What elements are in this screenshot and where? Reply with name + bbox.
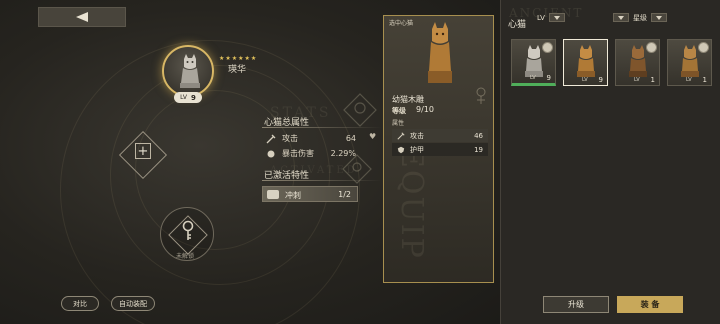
detail-prop-row: 攻击 46 — [392, 129, 488, 142]
sort-star-dropdown[interactable]: 星级 — [613, 12, 667, 23]
plus-icon: + — [135, 143, 151, 159]
avatar-badge-icon — [698, 42, 709, 53]
prop-label: 攻击 — [410, 131, 424, 140]
cat-level-pill: LV 9 — [174, 92, 202, 103]
back-button[interactable] — [38, 7, 126, 27]
chevron-down-icon — [548, 13, 565, 22]
sort-star-label: 星级 — [633, 13, 647, 22]
panel-title: 心猫 — [508, 20, 527, 30]
card-level: 1 — [702, 76, 707, 84]
prop-label: 护甲 — [410, 145, 424, 154]
divider — [262, 127, 382, 128]
cat-card[interactable]: LV 9 — [563, 39, 608, 86]
upgrade-button[interactable]: 升级 — [543, 296, 609, 313]
card-level: 1 — [650, 76, 655, 84]
avatar-badge-icon — [542, 42, 553, 53]
attribute-label: 暴击伤害 — [282, 149, 314, 158]
detail-prop-row: 护甲 19 — [392, 143, 488, 156]
attribute-row: 暴击伤害 2.29% — [266, 148, 356, 159]
card-lv-label: LV — [530, 75, 536, 81]
sword-icon — [397, 131, 405, 140]
compare-button[interactable]: 对比 — [61, 296, 99, 311]
cat-stars: ★★★★★★ — [219, 55, 258, 62]
chevron-down-icon — [651, 13, 667, 22]
chevron-down-icon — [613, 13, 629, 22]
shield-icon — [397, 146, 405, 153]
trait-label: 冲刺 — [285, 191, 301, 200]
attribute-row: 攻击 64 — [266, 133, 356, 144]
cat-card[interactable]: LV 1 — [667, 39, 712, 86]
divider — [262, 180, 382, 181]
crit-icon — [267, 150, 275, 157]
silver-cat-statue-icon — [180, 54, 200, 88]
detail-props-label: 属性 — [392, 120, 405, 127]
sword-icon — [266, 134, 276, 143]
attribute-value: 2.29% — [330, 149, 356, 158]
sort-lv-label: LV — [537, 13, 545, 22]
prop-value: 19 — [474, 145, 483, 154]
attribute-value: 64 — [345, 134, 356, 143]
prop-value: 46 — [474, 131, 483, 140]
detail-name: 幼猫木雕 — [392, 95, 424, 104]
wood-cat-statue-icon — [577, 45, 595, 77]
heart-icon: ♥ — [369, 132, 377, 141]
watermark-equip: EQUIP — [394, 146, 429, 260]
locked-slot-label: 未解锁 — [176, 253, 195, 260]
trait-value: 1/2 — [338, 190, 351, 199]
sort-lv-dropdown[interactable]: LV — [537, 12, 565, 23]
equip-button[interactable]: 装 备 — [617, 296, 683, 313]
ornament-icon — [343, 93, 377, 127]
cat-level: 9 — [190, 93, 196, 102]
card-lv-label: LV — [582, 77, 588, 83]
attribute-label: 攻击 — [282, 134, 298, 143]
selected-cat-detail-card: 选中心猫 EQUIP 幼猫木雕 等级 9/10 属性 攻击 46 护甲 19 — [383, 15, 494, 283]
cat-card[interactable]: LV 1 — [615, 39, 660, 86]
cat-avatar[interactable] — [162, 45, 214, 97]
add-slot-button[interactable]: + — [118, 130, 168, 180]
card-lv-label: LV — [634, 77, 640, 83]
detail-header: 选中心猫 — [389, 20, 414, 27]
card-level: 9 — [598, 76, 603, 84]
ornament-icon — [476, 87, 486, 104]
card-lv-label: LV — [686, 77, 692, 83]
auto-equip-button[interactable]: 自动装配 — [111, 296, 155, 311]
key-lock-icon — [182, 220, 194, 240]
detail-level-value: 9/10 — [416, 105, 434, 114]
detail-level-label: 等级 — [392, 107, 406, 115]
trait-row[interactable]: 冲刺 1/2 — [262, 186, 358, 202]
cat-name: 瑛华 — [228, 65, 247, 75]
avatar-badge-icon — [646, 42, 657, 53]
wood-cat-statue-icon — [428, 22, 452, 83]
back-arrow-icon — [76, 12, 88, 22]
card-level: 9 — [546, 74, 551, 82]
lv-label: LV — [180, 94, 187, 101]
cat-card[interactable]: LV 9 — [511, 39, 556, 86]
charge-icon — [267, 190, 279, 199]
